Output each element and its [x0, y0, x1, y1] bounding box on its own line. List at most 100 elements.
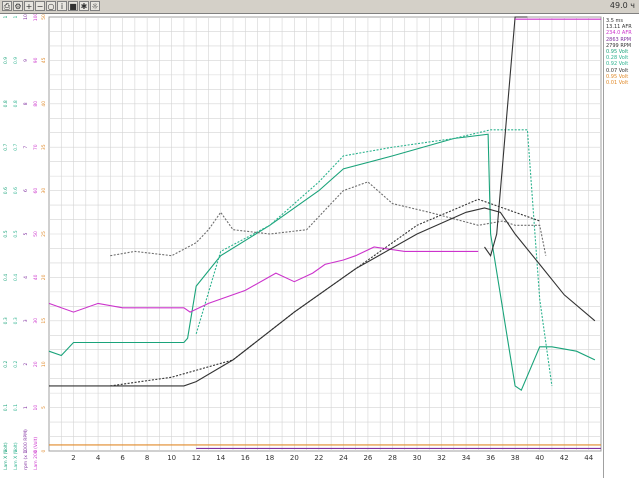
- print-icon: ⎙: [3, 2, 11, 11]
- y-tick-label: 1: [13, 15, 19, 18]
- x-tick-label: 8: [145, 454, 149, 462]
- x-tick-label: 6: [120, 454, 125, 462]
- legend-entry: 0.95 Volt: [606, 49, 629, 55]
- legend-entry: 2799 RPM: [606, 42, 632, 49]
- note-button[interactable]: ■: [68, 1, 78, 11]
- x-tick-label: 28: [388, 454, 397, 462]
- x-tick-label: 24: [339, 454, 348, 462]
- x-tick-label: 14: [216, 454, 225, 462]
- y-tick-label: 5: [23, 232, 29, 235]
- print-button[interactable]: ⎙: [2, 1, 12, 11]
- settings-icon: ⚙: [14, 2, 22, 11]
- y-tick-label: 0.1: [3, 404, 9, 411]
- y-tick-label: 20: [41, 274, 47, 280]
- x-tick-label: 18: [265, 454, 274, 462]
- legend-entry: 0.07 Volt: [606, 67, 629, 74]
- y-axis-label: rpm (x 1000 RPM): [23, 429, 29, 470]
- info-button[interactable]: i: [57, 1, 67, 11]
- legend-entry: 0.01 Volt: [606, 80, 629, 86]
- star-icon: ✱: [80, 2, 88, 11]
- x-tick-label: 30: [413, 454, 422, 462]
- y-axis-label: Lam X (Volt): [13, 442, 19, 470]
- toolbar: ⎙ ⚙ + − ○ i ■ ✱ ☼ 49.0 ч: [0, 0, 639, 14]
- x-tick-label: 12: [192, 454, 201, 462]
- legend-panel: 3.5 ms 13.11 AFR 234.0 AFR 2863 RPM 2799 RPM…: [603, 17, 638, 478]
- x-tick-label: 26: [363, 454, 372, 462]
- note-icon: ■: [69, 2, 77, 11]
- legend-entry: 234.0 AFR: [606, 30, 632, 37]
- y-axis-label: Lam 200 (Volt): [33, 437, 39, 470]
- legend-entry: 0.28 Volt: [606, 55, 629, 62]
- y-axis-label: Lam X (Volt): [3, 442, 9, 470]
- y-tick-label: 70: [33, 144, 39, 150]
- legend-entry: 0.95 Volt: [606, 73, 629, 80]
- y-tick-label: 5: [41, 406, 47, 409]
- gear-button[interactable]: ☼: [90, 1, 100, 11]
- zoom-in-button[interactable]: +: [24, 1, 34, 11]
- y-tick-label: 0.4: [3, 274, 9, 281]
- zoom-reset-button[interactable]: ○: [46, 1, 56, 11]
- y-tick-label: 0: [41, 449, 47, 452]
- y-tick-label: 0.9: [3, 57, 9, 64]
- y-tick-label: 0.8: [3, 100, 9, 107]
- y-tick-label: 50: [41, 14, 47, 20]
- y-tick-label: 90: [33, 57, 39, 63]
- y-tick-label: 0.2: [13, 360, 19, 367]
- y-tick-label: 10: [23, 14, 29, 20]
- y-tick-label: 0.9: [13, 57, 19, 64]
- y-tick-label: 0.3: [13, 317, 19, 324]
- x-tick-label: 4: [96, 454, 101, 462]
- y-tick-label: 35: [41, 144, 47, 150]
- y-tick-label: 0.6: [3, 187, 9, 194]
- y-tick-label: 15: [41, 318, 47, 324]
- y-tick-label: 50: [33, 231, 39, 237]
- chart-canvas: 2 4 6 8 10 12 14 16 18 20 22 24 26 28 30 32 34 36 38 40 42 44…: [3, 13, 602, 470]
- x-tick-label: 44: [584, 454, 593, 462]
- zoom-in-icon: +: [25, 2, 33, 11]
- y-tick-label: 0.5: [13, 230, 19, 237]
- legend-entry: 3.5 ms: [606, 18, 624, 24]
- y-tick-label: 0.4: [13, 274, 19, 281]
- zoom-reset-icon: ○: [47, 2, 55, 11]
- x-tick-label: 34: [462, 454, 471, 462]
- y-tick-label: 0.2: [3, 360, 9, 367]
- y-tick-label: 8: [23, 102, 29, 105]
- y-tick-label: 4: [23, 276, 29, 279]
- x-tick-label: 32: [437, 454, 446, 462]
- y-tick-label: 10: [33, 405, 39, 411]
- y-tick-label: 10: [41, 361, 47, 367]
- y-tick-label: 30: [33, 318, 39, 324]
- y-tick-label: 45: [41, 57, 47, 63]
- y-tick-label: 0.7: [3, 143, 9, 150]
- y-tick-label: 30: [41, 188, 47, 194]
- y-tick-label: 0.6: [13, 187, 19, 194]
- legend-entry: 2863 RPM: [606, 36, 632, 43]
- toolbar-status: 49.0 ч: [609, 1, 635, 10]
- x-tick-label: 20: [290, 454, 299, 462]
- y-tick-label: 80: [33, 101, 39, 107]
- x-tick-label: 36: [486, 454, 495, 462]
- y-tick-label: 0.3: [3, 317, 9, 324]
- y-tick-label: 2: [23, 363, 29, 366]
- legend-entry: 13.11 AFR: [606, 24, 632, 31]
- y-tick-label: 1: [23, 406, 29, 409]
- x-tick-label: 2: [71, 454, 75, 462]
- x-tick-label: 16: [241, 454, 250, 462]
- y-tick-label: 1: [3, 15, 9, 18]
- settings-button[interactable]: ⚙: [13, 1, 23, 11]
- y-tick-label: 0.8: [13, 100, 19, 107]
- star-button[interactable]: ✱: [79, 1, 89, 11]
- x-tick-label: 42: [560, 454, 569, 462]
- x-tick-label: 38: [511, 454, 520, 462]
- gear-icon: ☼: [91, 2, 99, 11]
- y-tick-label: 3: [23, 319, 29, 322]
- y-tick-label: 0.5: [3, 230, 9, 237]
- y-tick-label: 7: [23, 146, 29, 149]
- y-tick-label: 9: [23, 59, 29, 62]
- x-tick-label: 40: [535, 454, 544, 462]
- y-tick-label: 25: [41, 231, 47, 237]
- x-tick-label: 10: [167, 454, 176, 462]
- y-tick-label: 60: [33, 188, 39, 194]
- y-tick-label: 20: [33, 361, 39, 367]
- zoom-out-button[interactable]: −: [35, 1, 45, 11]
